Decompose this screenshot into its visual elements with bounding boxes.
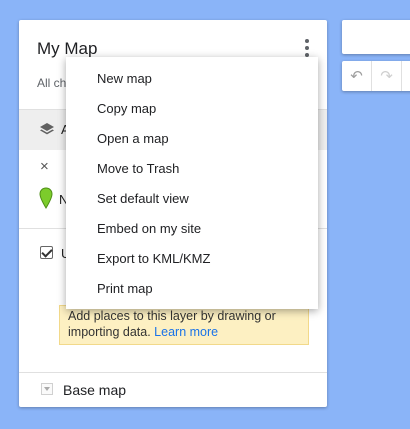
menu-item-embed[interactable]: Embed on my site — [66, 214, 318, 244]
menu-item-set-default-view[interactable]: Set default view — [66, 184, 318, 214]
menu-item-new-map[interactable]: New map — [66, 64, 318, 94]
map-pin-icon — [39, 187, 53, 209]
layer-checkbox[interactable] — [40, 246, 53, 259]
learn-more-link[interactable]: Learn more — [154, 325, 218, 339]
empty-layer-notice: Add places to this layer by drawing or i… — [59, 305, 309, 345]
layers-icon — [40, 123, 54, 135]
chevron-down-icon[interactable] — [41, 383, 53, 395]
map-subtitle: All ch — [37, 76, 67, 90]
base-map-label[interactable]: Base map — [63, 382, 126, 398]
undo-redo-group: ↶ ↷ — [342, 61, 410, 91]
redo-icon[interactable]: ↷ — [372, 61, 402, 91]
undo-icon[interactable]: ↶ — [342, 61, 372, 91]
menu-item-print-map[interactable]: Print map — [66, 274, 318, 304]
more-vert-icon[interactable] — [302, 39, 312, 57]
menu-item-open-map[interactable]: Open a map — [66, 124, 318, 154]
divider — [19, 372, 327, 373]
map-options-menu: New map Copy map Open a map Move to Tras… — [66, 57, 318, 309]
map-title[interactable]: My Map — [37, 39, 97, 59]
close-icon[interactable]: × — [40, 158, 49, 175]
menu-item-copy-map[interactable]: Copy map — [66, 94, 318, 124]
search-box[interactable] — [342, 20, 410, 54]
menu-item-move-to-trash[interactable]: Move to Trash — [66, 154, 318, 184]
menu-item-export-kml[interactable]: Export to KML/KMZ — [66, 244, 318, 274]
